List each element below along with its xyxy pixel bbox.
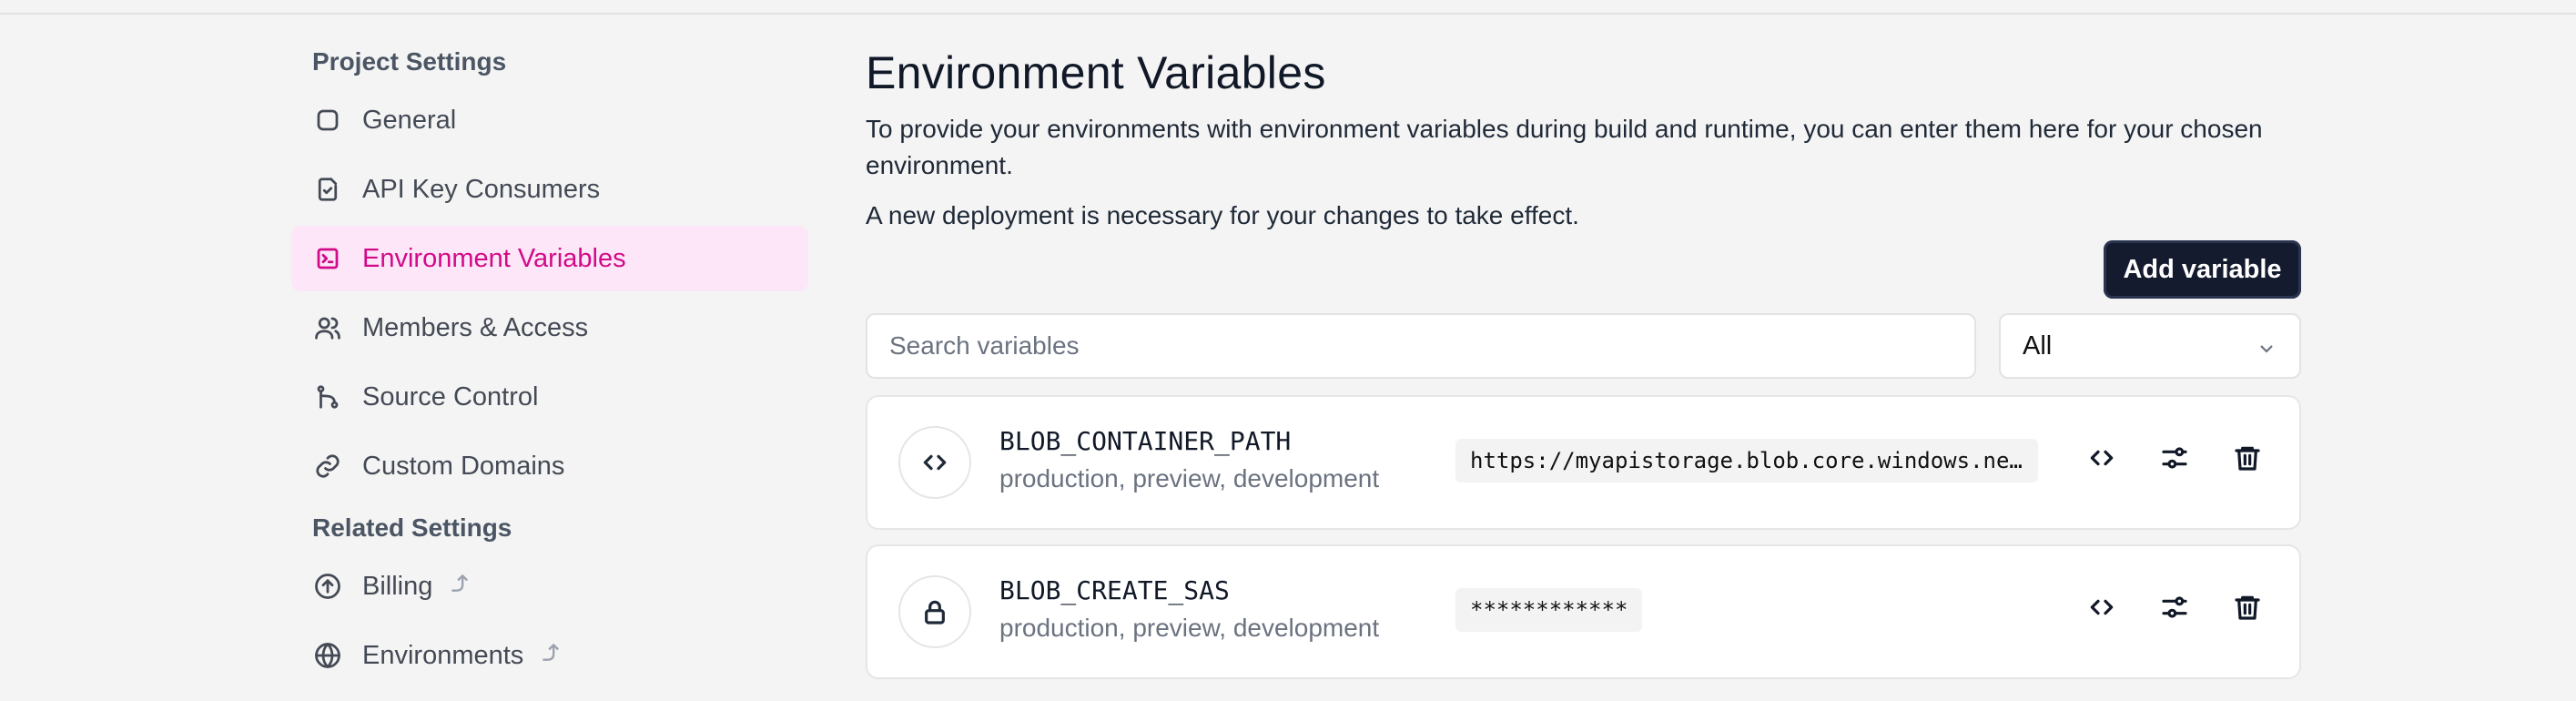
page-title: Environment Variables [866,47,1326,98]
sidebar-item-label: Billing [362,571,433,601]
variable-value[interactable]: https://myapistorage.blob.core.windows.n… [1455,439,2038,483]
settings-sliders-icon[interactable] [2159,442,2190,473]
sidebar-item-environments[interactable]: Environments [291,623,808,688]
sidebar-item-source-control[interactable]: Source Control [291,364,808,430]
code-icon[interactable] [2086,592,2117,623]
deployment-note: A new deployment is necessary for your c… [866,201,1579,229]
sidebar-item-label: General [362,105,457,135]
sidebar-item-label: API Key Consumers [362,174,601,204]
external-link-icon [540,640,563,671]
variable-environments: production, preview, development [999,464,1380,493]
sidebar-item-members-access[interactable]: Members & Access [291,295,808,361]
code-icon[interactable] [2086,442,2117,473]
code-icon [898,426,971,499]
settings-sliders-icon[interactable] [2159,592,2190,623]
add-variable-button[interactable]: Add variable [2104,240,2301,299]
sidebar-item-label: Environments [362,640,524,670]
clipboard-check-icon [313,175,342,204]
sidebar-item-billing[interactable]: Billing [291,554,808,619]
variable-actions [2086,592,2263,623]
main-content: Environment Variables To provide your en… [866,36,2301,679]
terminal-icon [313,244,342,273]
sidebar-item-environment-variables[interactable]: Environment Variables [291,226,808,291]
environment-filter-select[interactable]: All [1999,313,2301,379]
settings-sidebar: Project Settings General API Key Consume… [291,36,808,692]
sidebar-item-general[interactable]: General [291,87,808,153]
square-icon [313,106,342,135]
sidebar-item-label: Environment Variables [362,243,626,273]
users-icon [313,313,342,342]
variable-environments: production, preview, development [999,614,1380,642]
sidebar-item-label: Custom Domains [362,451,565,481]
search-input[interactable] [866,313,1976,379]
external-link-icon [449,571,472,602]
lock-icon [898,575,971,648]
git-branch-icon [313,382,342,411]
trash-icon[interactable] [2232,592,2263,623]
trash-icon[interactable] [2232,442,2263,473]
top-divider [0,0,2576,15]
variable-name: BLOB_CREATE_SAS [999,575,1230,605]
variable-value-masked[interactable]: ************ [1455,588,1643,632]
link-icon [313,452,342,481]
variable-actions [2086,442,2263,473]
arrow-up-circle-icon [313,572,342,601]
filter-bar: All [866,313,2301,379]
filter-selected-value: All [2023,330,2053,361]
globe-icon [313,641,342,670]
variable-name: BLOB_CONTAINER_PATH [999,426,1292,456]
project-settings-heading: Project Settings [312,47,507,76]
sidebar-item-label: Source Control [362,381,539,411]
variable-card: BLOB_CREATE_SAS production, preview, dev… [866,544,2301,679]
variable-card: BLOB_CONTAINER_PATH production, preview,… [866,395,2301,530]
related-settings-heading: Related Settings [312,513,512,542]
chevron-down-icon [2256,337,2277,367]
sidebar-item-api-key-consumers[interactable]: API Key Consumers [291,157,808,222]
sidebar-item-label: Members & Access [362,312,589,342]
sidebar-item-custom-domains[interactable]: Custom Domains [291,433,808,499]
page-description: To provide your environments with enviro… [866,115,2263,179]
